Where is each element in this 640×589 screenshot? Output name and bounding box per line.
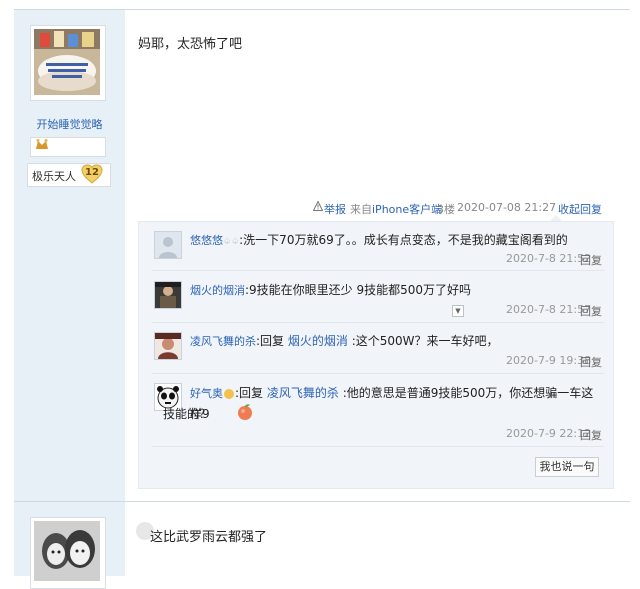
report-link[interactable]: 举报 xyxy=(324,201,346,217)
peach-emoji-icon xyxy=(236,403,254,424)
avatar[interactable] xyxy=(154,332,182,360)
divider xyxy=(152,373,604,374)
divider xyxy=(152,446,604,447)
reply-target[interactable]: 烟火的烟消 xyxy=(288,334,348,348)
source-info: 来自iPhone客户端 xyxy=(350,201,442,217)
avatar[interactable] xyxy=(154,281,182,309)
reply-author-suffix: ♤♤ xyxy=(223,237,240,247)
avatar[interactable] xyxy=(154,231,182,259)
reply-time: 2020-7-9 19:38 xyxy=(506,354,592,367)
reply-time: 2020-7-8 21:57 xyxy=(506,303,592,316)
avatar[interactable] xyxy=(34,521,100,581)
reply-time: 2020-7-9 22:12 xyxy=(506,427,592,440)
reply-prefix: :回复 xyxy=(235,386,264,400)
author-name[interactable]: 开始睡觉觉略 xyxy=(14,116,125,132)
add-reply-button[interactable]: 我也说一句 xyxy=(535,457,599,477)
reply-content: 烟火的烟消:9技能在你眼里还少 9技能都500万了好吗 xyxy=(190,280,600,301)
level-number: 12 xyxy=(85,167,99,178)
reply-button[interactable]: 回复 xyxy=(580,252,602,268)
divider xyxy=(152,322,604,323)
medal-icon[interactable] xyxy=(35,138,49,153)
source-link[interactable]: iPhone客户端 xyxy=(372,203,442,216)
reply-text: :这个500W？来一车好吧， xyxy=(347,334,499,348)
warning-icon[interactable] xyxy=(312,200,324,214)
source-prefix: 来自 xyxy=(350,203,372,216)
post-content: 这比武罗雨云都强了 xyxy=(150,530,268,545)
post-content: 妈耶，太恐怖了吧 xyxy=(138,37,243,52)
reply-prefix: :回复 xyxy=(256,334,285,348)
reply-button[interactable]: 回复 xyxy=(580,303,602,319)
reply-button[interactable]: 回复 xyxy=(580,427,602,443)
emoji-icon xyxy=(224,388,234,399)
reply-author[interactable]: 凌风飞舞的杀 xyxy=(190,335,256,348)
reply-target[interactable]: 凌风飞舞的杀 xyxy=(267,386,339,400)
level-title: 极乐天人 xyxy=(32,170,76,183)
reply-time: 2020-7-8 21:52 xyxy=(506,252,592,265)
divider xyxy=(152,270,604,271)
floor-number: 3楼 xyxy=(437,203,455,216)
post-time: 2020-07-08 21:27 xyxy=(457,201,557,214)
reply-text: :洗一下70万就69了。。成长有点变态，不是我的藏宝阁看到的 xyxy=(239,233,568,247)
dropdown-icon[interactable]: ▼ xyxy=(452,305,464,317)
reply-content: 凌风飞舞的杀:回复 烟火的烟消 :这个500W？来一车好吧， xyxy=(190,331,600,352)
reply-text: 技能的？ xyxy=(163,407,212,421)
reply-author[interactable]: 好气奥 xyxy=(190,387,223,400)
reply-button[interactable]: 回复 xyxy=(580,354,602,370)
reply-text: :9技能在你眼里还少 9技能都500万了好吗 xyxy=(245,283,472,297)
reply-author[interactable]: 悠悠悠 xyxy=(190,234,223,247)
collapse-replies-link[interactable]: 收起回复 xyxy=(558,201,602,217)
avatar[interactable] xyxy=(34,29,100,95)
reply-author[interactable]: 烟火的烟消 xyxy=(190,284,245,297)
reply-content: 悠悠悠♤♤:洗一下70万就69了。。成长有点变态，不是我的藏宝阁看到的 xyxy=(190,230,600,252)
reply-content-line2: 技能的？ xyxy=(163,404,211,424)
